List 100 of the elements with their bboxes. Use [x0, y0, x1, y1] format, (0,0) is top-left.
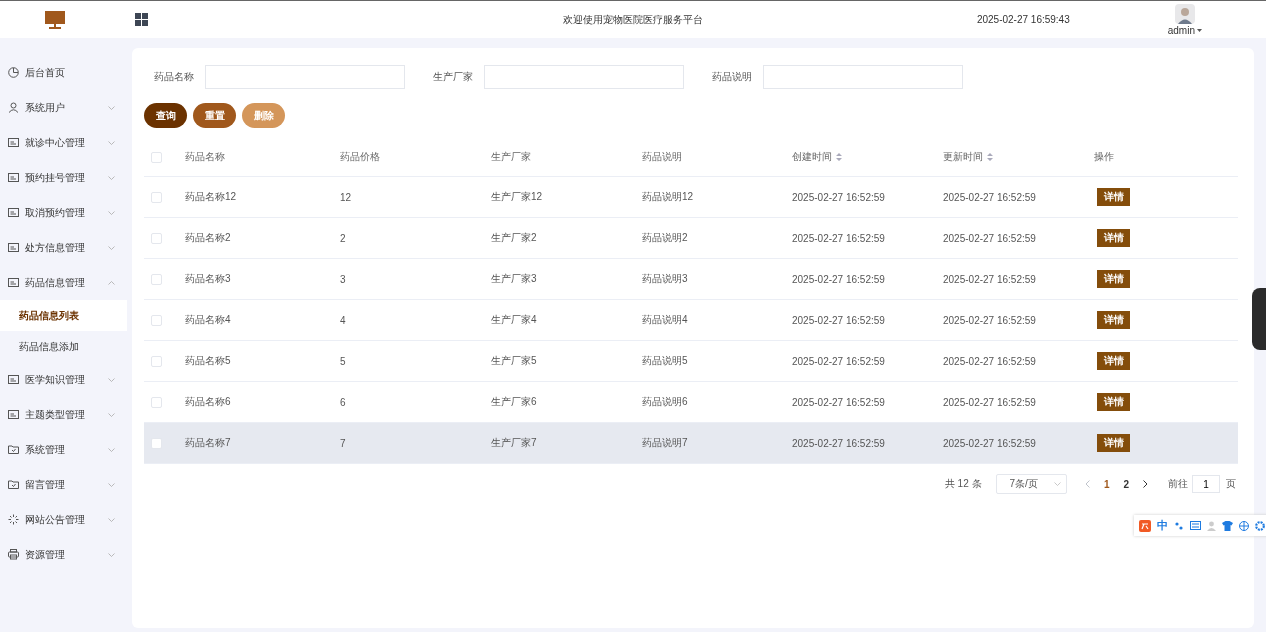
submenu-item[interactable]: 药品信息列表: [0, 300, 127, 331]
table-cell: 生产厂家5: [491, 354, 537, 368]
sidebar-item[interactable]: 预约挂号管理: [0, 160, 127, 195]
previous-page-icon[interactable]: [1084, 480, 1090, 488]
row-checkbox[interactable]: [151, 437, 162, 449]
table-cell: 药品名称5: [185, 354, 231, 368]
search-field[interactable]: [205, 65, 405, 89]
table-cell: 药品说明2: [642, 231, 688, 245]
row-checkbox[interactable]: [151, 191, 162, 203]
details-button[interactable]: 详情: [1097, 352, 1130, 370]
chevron-icon: [108, 517, 115, 522]
row-checkbox[interactable]: [151, 355, 162, 367]
ime-mode[interactable]: 中: [1157, 518, 1168, 533]
sidebar-item[interactable]: 主题类型管理: [0, 397, 127, 432]
table-cell: 7: [340, 437, 346, 449]
ime-logo-icon[interactable]: [1139, 519, 1151, 532]
table-cell: 6: [340, 396, 346, 408]
sidebar-item[interactable]: 系统用户: [0, 90, 127, 125]
app-title: 欢迎使用宠物医院医疗服务平台: [563, 12, 703, 27]
card-icon: [8, 409, 19, 420]
sidebar-item[interactable]: 资源管理: [0, 537, 127, 572]
datetime-text: 2025-02-27 16:59:43: [976, 14, 1070, 25]
table-cell: 2025-02-27 16:52:59: [943, 232, 1036, 244]
avatar-icon[interactable]: [1174, 3, 1195, 24]
table-cell: 2025-02-27 16:52:59: [792, 273, 885, 285]
table-cell: 药品说明7: [642, 436, 688, 450]
details-button[interactable]: 详情: [1097, 229, 1130, 247]
chevron-icon: [108, 377, 115, 382]
page-input[interactable]: 1: [1192, 475, 1220, 493]
table-row[interactable]: 药品名称7 7 生产厂家7 药品说明7 2025-02-27 16:52:59 2025-02-27 16:52:59 详情: [144, 423, 1238, 464]
sidebar-item[interactable]: 医学知识管理: [0, 362, 127, 397]
field-label: 药品名称: [153, 70, 195, 84]
sidebar-item[interactable]: 后台首页: [0, 55, 127, 90]
shirt-icon[interactable]: [1222, 520, 1233, 531]
table-cell: 2025-02-27 16:52:59: [792, 191, 885, 203]
table-cell: 2025-02-27 16:52:59: [792, 314, 885, 326]
card-icon: [8, 242, 19, 253]
table-cell: 4: [340, 314, 346, 326]
table-cell: 3: [340, 273, 346, 285]
folder-icon: [8, 479, 19, 490]
sidebar-item[interactable]: 处方信息管理: [0, 230, 127, 265]
user-icon: [8, 102, 19, 113]
row-checkbox[interactable]: [151, 396, 162, 408]
sidebar-item[interactable]: 取消预约管理: [0, 195, 127, 230]
details-button[interactable]: 详情: [1097, 311, 1130, 329]
table-cell: 2: [340, 232, 346, 244]
search-button[interactable]: 查询: [144, 103, 187, 128]
field-label: 生产厂家: [432, 70, 474, 84]
column-header[interactable]: 更新时间: [943, 150, 983, 164]
punctuation-icon[interactable]: [1174, 520, 1184, 531]
sidebar-item[interactable]: 留言管理: [0, 467, 127, 502]
sidebar-item[interactable]: 药品信息管理: [0, 265, 127, 300]
row-checkbox[interactable]: [151, 314, 162, 326]
menu-icon[interactable]: [135, 13, 148, 26]
column-header[interactable]: 创建时间: [792, 150, 832, 164]
search-field[interactable]: [763, 65, 963, 89]
row-checkbox[interactable]: [151, 273, 162, 285]
table-cell: 药品名称2: [185, 231, 231, 245]
column-header: 药品说明: [642, 150, 682, 164]
page-number[interactable]: 2: [1123, 478, 1129, 490]
total-count: 共 12 条: [944, 477, 982, 491]
reset-button[interactable]: 重置: [193, 103, 236, 128]
sidebar-item[interactable]: 就诊中心管理: [0, 125, 127, 160]
search-field[interactable]: [484, 65, 684, 89]
floating-side-tab[interactable]: [1252, 288, 1266, 350]
column-header: 操作: [1094, 150, 1114, 164]
user-menu[interactable]: admin: [1167, 24, 1202, 36]
table-cell: 生产厂家4: [491, 313, 537, 327]
keyboard-icon[interactable]: [1190, 521, 1201, 530]
person-icon[interactable]: [1207, 520, 1216, 531]
sort-icon[interactable]: [987, 153, 993, 161]
card-icon: [8, 277, 19, 288]
table-cell: 2025-02-27 16:52:59: [792, 396, 885, 408]
clock-icon: [8, 67, 19, 78]
details-button[interactable]: 详情: [1097, 393, 1130, 411]
table-cell: 药品说明4: [642, 313, 688, 327]
table-cell: 药品名称12: [185, 190, 237, 204]
settings-icon[interactable]: [1255, 520, 1265, 531]
monitor-icon: [45, 10, 65, 29]
details-button[interactable]: 详情: [1097, 188, 1130, 206]
row-checkbox[interactable]: [151, 232, 162, 244]
sort-icon[interactable]: [836, 153, 842, 161]
field-label: 药品说明: [711, 70, 753, 84]
details-button[interactable]: 详情: [1097, 434, 1130, 452]
table-cell: 2025-02-27 16:52:59: [943, 437, 1036, 449]
next-page-icon[interactable]: [1143, 480, 1148, 488]
globe-icon[interactable]: [1239, 520, 1249, 531]
chevron-icon: [108, 175, 115, 180]
chevron-icon: [108, 245, 115, 250]
caret-icon: [1197, 28, 1202, 32]
select-all-checkbox[interactable]: [151, 151, 162, 163]
printer-icon: [8, 549, 19, 560]
page-number[interactable]: 1: [1103, 478, 1110, 490]
details-button[interactable]: 详情: [1097, 270, 1130, 288]
chevron-icon: [108, 140, 115, 145]
sidebar-item[interactable]: 网站公告管理: [0, 502, 127, 537]
table-cell: 生产厂家3: [491, 272, 537, 286]
sidebar-item[interactable]: 系统管理: [0, 432, 127, 467]
page-size-select[interactable]: 7条/页: [995, 474, 1067, 494]
card-icon: [8, 374, 19, 385]
